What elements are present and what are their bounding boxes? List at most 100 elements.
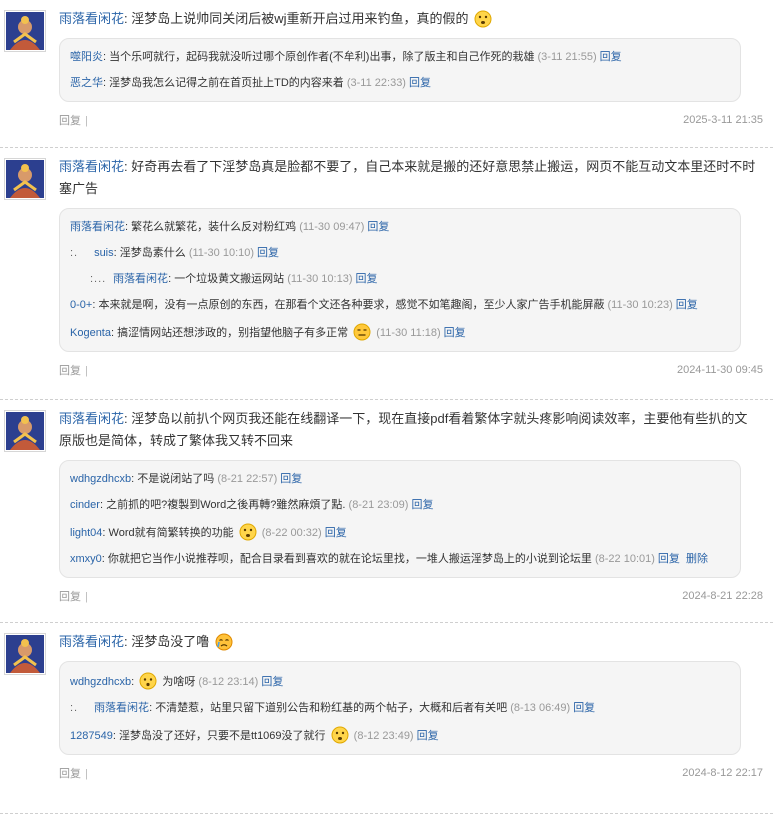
post-author[interactable]: 雨落看闲花 bbox=[59, 634, 124, 649]
post-author[interactable]: 雨落看闲花 bbox=[59, 11, 124, 26]
post-author[interactable]: 雨落看闲花 bbox=[59, 411, 124, 426]
post-reply-button[interactable]: 回复 bbox=[59, 768, 81, 780]
reply-item: 雨落看闲花: 繁花么就繁花，装什么反对粉红鸡 (11-30 09:47) 回复 bbox=[70, 221, 390, 233]
comment-thread: 雨落看闲花: 淫梦岛以前扒个网页我还能在线翻译一下，现在直接pdf看着繁体字就头… bbox=[0, 400, 773, 623]
reply-time: (8-22 10:01) bbox=[594, 553, 655, 565]
post-footer: 回复 | 2024-8-12 22:17 bbox=[59, 767, 763, 780]
reply-time: (3-11 22:33) bbox=[346, 77, 406, 89]
post-text: 雨落看闲花: 淫梦岛上说帅同关闭后被wj重新开启过用来钓鱼，真的假的 bbox=[59, 8, 763, 30]
reply-time: (8-22 00:32) bbox=[261, 527, 322, 539]
reply-button[interactable]: 回复 bbox=[325, 527, 347, 539]
reply-text: 淫梦岛我怎么记得之前在首页扯上TD的内容来着 bbox=[109, 77, 344, 89]
reply-author[interactable]: 1287549 bbox=[70, 730, 113, 742]
post-text: 雨落看闲花: 淫梦岛以前扒个网页我还能在线翻译一下，现在直接pdf看着繁体字就头… bbox=[59, 411, 748, 448]
reply-author[interactable]: 雨落看闲花 bbox=[94, 702, 149, 714]
reply-text: 不清楚惹，站里只留下道别公告和粉红基的两个帖子，大概和后者有关吧 bbox=[155, 702, 508, 714]
post-text: 雨落看闲花: 淫梦岛没了噜 bbox=[59, 631, 763, 653]
reply-item: 0-0+: 本来就是啊，没有一点原创的东西，在那看个文还各种要求，感觉不如笔趣阁… bbox=[70, 299, 698, 311]
delete-button[interactable]: 删除 bbox=[686, 553, 708, 565]
post-reply-button[interactable]: 回复 bbox=[59, 365, 81, 377]
reply-text: 繁花么就繁花，装什么反对粉红鸡 bbox=[131, 221, 297, 233]
post-content: 淫梦岛没了噜 bbox=[131, 634, 210, 649]
reply-list: 噬阳炎: 当个乐呵就行，起码我就没听过哪个原创作者(不牟利)出事，除了版主和自己… bbox=[59, 38, 741, 102]
reply-button[interactable]: 回复 bbox=[573, 702, 595, 714]
reply-item: wdhgzdhcxb: 为啥呀 (8-12 23:14) 回复 bbox=[70, 667, 730, 695]
reply-button[interactable]: 回复 bbox=[417, 730, 439, 742]
comment-thread: 雨落看闲花: 好奇再去看了下淫梦岛真是脸都不要了，自己本来就是搬的还好意思禁止搬… bbox=[0, 148, 773, 400]
reply-button[interactable]: 回复 bbox=[658, 553, 680, 565]
reply-button[interactable]: 回复 bbox=[280, 473, 302, 485]
reply-item: 噬阳炎: 当个乐呵就行，起码我就没听过哪个原创作者(不牟利)出事，除了版主和自己… bbox=[70, 51, 622, 63]
cry-face-icon bbox=[215, 633, 233, 651]
avatar[interactable] bbox=[4, 158, 46, 200]
reply-author[interactable]: wdhgzdhcxb bbox=[70, 676, 131, 688]
reply-author[interactable]: wdhgzdhcxb bbox=[70, 473, 131, 485]
reply-time: (8-21 22:57) bbox=[217, 473, 278, 485]
reply-time: (11-30 10:10) bbox=[188, 247, 255, 259]
post-content: 淫梦岛以前扒个网页我还能在线翻译一下，现在直接pdf看着繁体字就头疼影响阅读效率… bbox=[59, 411, 748, 448]
reply-button[interactable]: 回复 bbox=[444, 327, 466, 339]
reply-item: cinder: 之前抓的吧?複製到Word之後再轉?雖然麻煩了點. (8-21 … bbox=[70, 499, 434, 511]
post-date: 2024-11-30 09:45 bbox=[676, 364, 763, 376]
reply-button[interactable]: 回复 bbox=[676, 299, 698, 311]
post-reply-button[interactable]: 回复 bbox=[59, 591, 81, 603]
post-footer: 回复 | 2024-8-21 22:28 bbox=[59, 590, 763, 603]
meh-face-icon bbox=[353, 323, 371, 341]
thread-indicator: :... bbox=[90, 273, 107, 285]
reply-author[interactable]: suis bbox=[94, 247, 114, 259]
reply-author[interactable]: 0-0+ bbox=[70, 299, 92, 311]
reply-button[interactable]: 回复 bbox=[409, 77, 431, 89]
reply-list: 雨落看闲花: 繁花么就繁花，装什么反对粉红鸡 (11-30 09:47) 回复 :… bbox=[59, 208, 741, 352]
doubt-face-icon bbox=[331, 726, 349, 744]
comment-thread: 雨落看闲花: 淫梦岛没了噜 wdhgzdhcxb: 为啥呀 (8-12 23:1… bbox=[0, 623, 773, 814]
reply-author[interactable]: 噬阳炎 bbox=[70, 51, 103, 63]
nested-reply-item: :. 雨落看闲花: 不清楚惹，站里只留下道别公告和粉红基的两个帖子，大概和后者有… bbox=[70, 702, 596, 714]
nested-reply-item: :. suis: 淫梦岛素什么 (11-30 10:10) 回复 bbox=[70, 247, 280, 259]
reply-author[interactable]: Kogenta bbox=[70, 327, 111, 339]
reply-button[interactable]: 回复 bbox=[367, 221, 389, 233]
reply-item: light04: Word就有简繁转换的功能 (8-22 00:32) 回复 bbox=[70, 518, 730, 546]
reply-time: (8-12 23:49) bbox=[353, 730, 414, 742]
reply-time: (11-30 10:13) bbox=[287, 273, 353, 285]
reply-author[interactable]: cinder bbox=[70, 499, 100, 511]
reply-author[interactable]: xmxy0 bbox=[70, 553, 102, 565]
post-date: 2024-8-21 22:28 bbox=[682, 590, 763, 602]
reply-time: (8-21 23:09) bbox=[348, 499, 409, 511]
reply-text: Word就有简繁转换的功能 bbox=[108, 527, 234, 539]
post-footer: 回复 | 2024-11-30 09:45 bbox=[59, 364, 763, 377]
post-content: 淫梦岛上说帅同关闭后被wj重新开启过用来钓鱼，真的假的 bbox=[131, 11, 469, 26]
reply-text: 淫梦岛素什么 bbox=[119, 247, 186, 259]
reply-list: wdhgzdhcxb: 不是说闭站了吗 (8-21 22:57) 回复 cinde… bbox=[59, 460, 741, 578]
post-author[interactable]: 雨落看闲花 bbox=[59, 159, 124, 174]
post-content: 好奇再去看了下淫梦岛真是脸都不要了，自己本来就是搬的还好意思禁止搬运，网页不能互… bbox=[59, 159, 756, 196]
sad-face-icon bbox=[139, 672, 157, 690]
nested-reply-item: :... 雨落看闲花: 一个垃圾黄文搬运网站 (11-30 10:13) 回复 bbox=[70, 266, 730, 292]
reply-text: 一个垃圾黄文搬运网站 bbox=[174, 273, 285, 285]
reply-author[interactable]: 恶之华 bbox=[70, 77, 103, 89]
reply-button[interactable]: 回复 bbox=[411, 499, 433, 511]
reply-time: (11-30 09:47) bbox=[299, 221, 365, 233]
reply-item: 1287549: 淫梦岛没了还好，只要不是tt1069没了就行 (8-12 23… bbox=[70, 721, 730, 749]
avatar[interactable] bbox=[4, 410, 46, 452]
reply-time: (11-30 11:18) bbox=[376, 327, 441, 339]
reply-button[interactable]: 回复 bbox=[600, 51, 622, 63]
reply-item: wdhgzdhcxb: 不是说闭站了吗 (8-21 22:57) 回复 bbox=[70, 473, 303, 485]
post-text: 雨落看闲花: 好奇再去看了下淫梦岛真是脸都不要了，自己本来就是搬的还好意思禁止搬… bbox=[59, 159, 756, 196]
reply-author[interactable]: light04 bbox=[70, 527, 102, 539]
comment-thread: 雨落看闲花: 淫梦岛上说帅同关闭后被wj重新开启过用来钓鱼，真的假的 噬阳炎: … bbox=[0, 0, 773, 148]
reply-text: 你就把它当作小说推荐呗，配合目录看到喜欢的就在论坛里找，一堆人搬运淫梦岛上的小说… bbox=[107, 553, 592, 565]
reply-button[interactable]: 回复 bbox=[355, 273, 377, 285]
reply-button[interactable]: 回复 bbox=[257, 247, 279, 259]
reply-button[interactable]: 回复 bbox=[261, 676, 283, 688]
reply-item: Kogenta: 搞涩情网站还想涉政的，别指望他脑子有多正常 (11-30 11… bbox=[70, 318, 730, 346]
reply-list: wdhgzdhcxb: 为啥呀 (8-12 23:14) 回复 :. 雨落看闲花:… bbox=[59, 661, 741, 755]
post-reply-button[interactable]: 回复 bbox=[59, 115, 81, 127]
reply-author[interactable]: 雨落看闲花 bbox=[113, 273, 168, 285]
reply-text: 不是说闭站了吗 bbox=[137, 473, 215, 485]
reply-author[interactable]: 雨落看闲花 bbox=[70, 221, 125, 233]
avatar[interactable] bbox=[4, 10, 46, 52]
doubt-face-icon bbox=[239, 523, 257, 541]
post-date: 2024-8-12 22:17 bbox=[682, 767, 763, 779]
avatar[interactable] bbox=[4, 633, 46, 675]
reply-text: 为啥呀 bbox=[162, 676, 196, 688]
